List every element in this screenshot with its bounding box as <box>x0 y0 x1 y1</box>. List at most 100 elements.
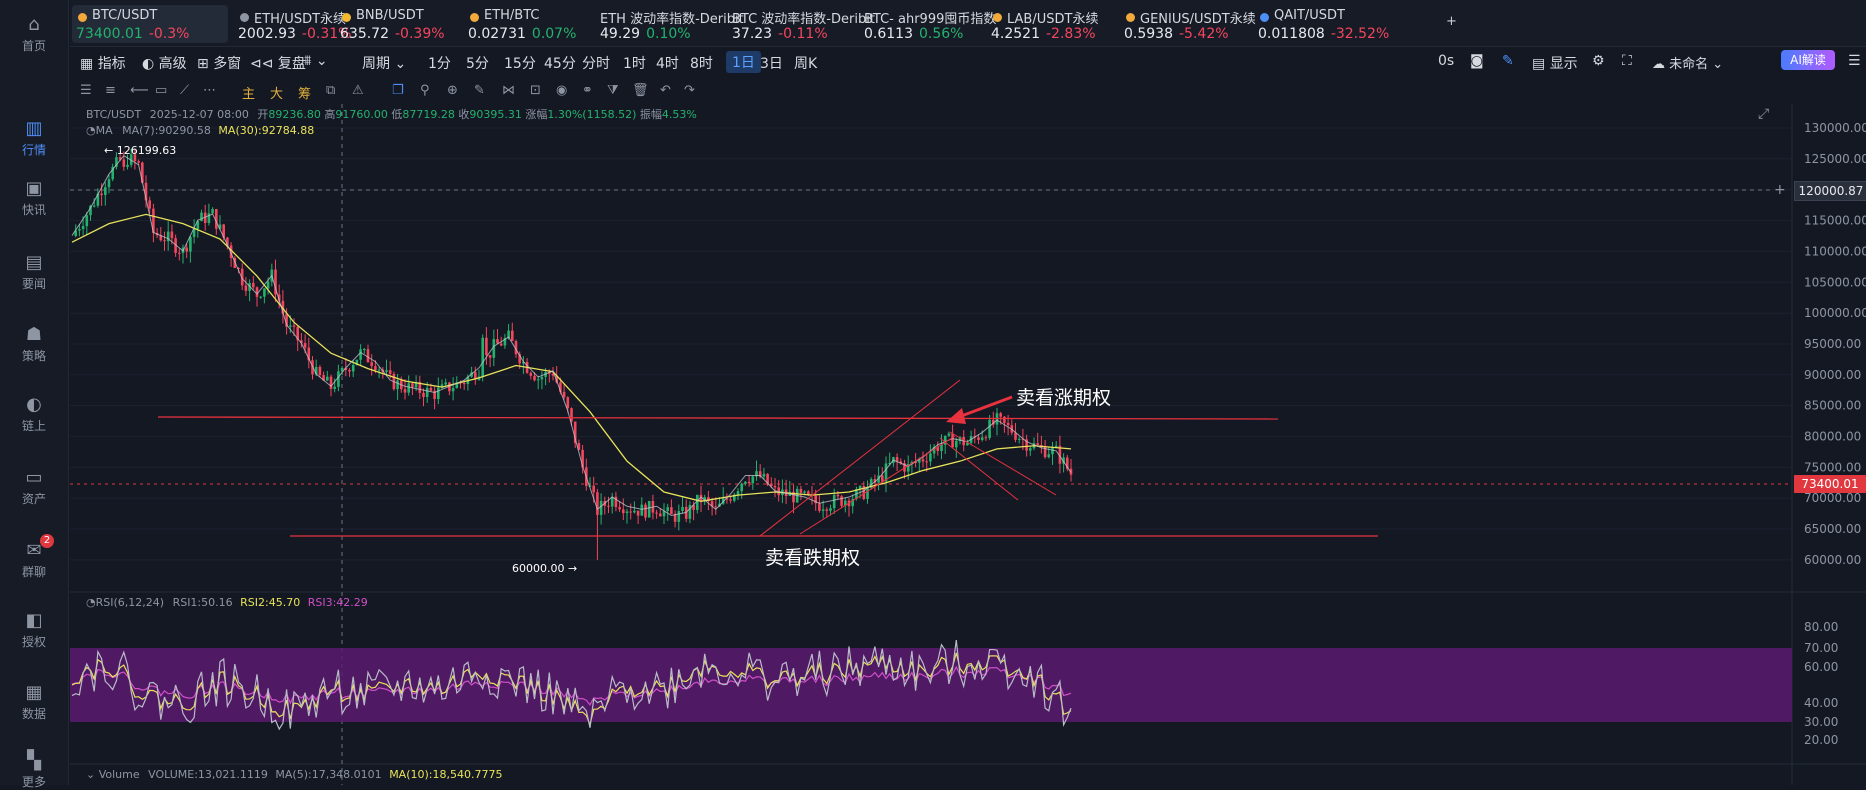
rsi1-value: RSI1:50.16 <box>172 596 233 609</box>
candle-body <box>925 461 928 463</box>
bell-icon[interactable]: ◔ <box>86 124 96 137</box>
expand-icon[interactable]: ⤢ <box>1758 106 1769 122</box>
rsi-axis-label: 20.00 <box>1804 733 1838 747</box>
candle-body <box>78 228 81 231</box>
candle-body <box>396 380 399 390</box>
legend-high: 91760.00 <box>335 108 388 121</box>
legend-low: 87719.28 <box>402 108 455 121</box>
rsi-label: RSI(6,12,24) <box>95 596 165 609</box>
candle-body <box>1047 454 1051 458</box>
candle-body <box>1029 448 1032 451</box>
candle-body <box>821 509 825 511</box>
bell-icon[interactable]: ◔ <box>86 596 96 609</box>
candle-body <box>318 366 322 376</box>
candle-body <box>81 226 85 229</box>
candle-body <box>607 505 610 507</box>
candle-body <box>999 413 1002 417</box>
chevron-down-icon[interactable]: ⌄ <box>86 768 95 781</box>
candle-body <box>366 349 370 363</box>
last-price-tag: 73400.01 <box>1794 475 1866 493</box>
legend-date: 2025-12-07 08:00 <box>149 108 249 121</box>
candle-body <box>921 459 925 462</box>
ma-legend: ◔MA MA(7):90290.58 MA(30):92784.88 <box>86 124 314 137</box>
candle-body <box>374 366 377 371</box>
legend-high-label: 高 <box>324 108 336 121</box>
candle-body <box>100 193 103 196</box>
rsi-axis-label: 30.00 <box>1804 715 1838 729</box>
candle-body <box>529 372 533 376</box>
candle-body <box>803 491 806 493</box>
rsi-axis-label: 70.00 <box>1804 641 1838 655</box>
candle-body <box>866 487 869 499</box>
candle-body <box>485 337 488 356</box>
candle-body <box>255 287 259 297</box>
candle-body <box>714 506 718 508</box>
legend-open: 89236.80 <box>268 108 321 121</box>
crosshair-price-tag: 120000.87 <box>1794 181 1866 201</box>
rsi2-value: RSI2:45.70 <box>240 596 301 609</box>
candle-body <box>825 509 829 511</box>
price-axis-label: 130000.00 <box>1804 121 1866 135</box>
candle-body <box>1017 438 1021 440</box>
candle-body <box>536 379 540 381</box>
candle-body <box>736 491 740 495</box>
candle-body <box>92 205 96 207</box>
candle-body <box>533 375 536 381</box>
candle-body <box>437 387 440 400</box>
candle-body <box>289 325 292 327</box>
candle-body <box>388 370 392 374</box>
candle-body <box>329 376 333 389</box>
candle-body <box>85 215 89 227</box>
rsi-axis-label: 80.00 <box>1804 620 1838 634</box>
candle-body <box>333 386 336 389</box>
candle-body <box>984 437 988 439</box>
candle-body <box>126 164 129 167</box>
candle-body <box>647 500 651 518</box>
candle-body <box>836 494 840 497</box>
candle-body <box>881 475 884 482</box>
candle-body <box>681 506 684 512</box>
rsi-band <box>70 648 1792 722</box>
price-axis-label: 105000.00 <box>1804 275 1866 289</box>
price-axis-label: 110000.00 <box>1804 244 1866 258</box>
candle-body <box>351 364 355 372</box>
candle-body <box>644 504 647 518</box>
candle-body <box>988 419 991 438</box>
candle-body <box>170 231 174 239</box>
candle-body <box>211 209 214 214</box>
candle-body <box>818 503 821 511</box>
candle-body <box>451 388 455 392</box>
candle-body <box>348 369 351 372</box>
high-marker: ← 126199.63 <box>104 144 177 157</box>
ohlc-legend: BTC/USDT 2025-12-07 08:00 开89236.80 高917… <box>86 106 697 122</box>
candle-body <box>429 387 433 391</box>
candle-body <box>729 499 732 501</box>
candle-body <box>511 330 514 342</box>
add-alert-icon[interactable]: + <box>1774 182 1786 198</box>
candle-body <box>337 371 340 387</box>
sell-put-annotation: 卖看跌期权 <box>765 547 861 569</box>
candle-body <box>625 511 629 514</box>
candle-body <box>751 476 755 484</box>
rsi3-value: RSI3:42.29 <box>307 596 368 609</box>
candle-body <box>303 343 307 348</box>
candle-body <box>185 247 188 252</box>
candle-body <box>947 433 951 436</box>
legend-close-label: 收 <box>458 108 470 121</box>
candle-body <box>829 508 832 511</box>
legend-amplitude: 4.53% <box>661 108 697 121</box>
candle-body <box>259 296 262 298</box>
candle-body <box>163 240 166 242</box>
price-axis-label: 115000.00 <box>1804 214 1866 228</box>
candle-body <box>670 507 673 515</box>
volume-ma5-value: MA(5):17,348.0101 <box>275 768 382 781</box>
price-axis-label: 90000.00 <box>1804 368 1861 382</box>
candle-body <box>1036 443 1039 445</box>
legend-change: 1.30%(1158.52) <box>547 108 637 121</box>
price-axis-label: 85000.00 <box>1804 399 1861 413</box>
candle-body <box>640 504 644 516</box>
candle-body <box>377 369 381 371</box>
candle-body <box>655 512 658 514</box>
candle-body <box>762 473 766 477</box>
rsi-legend: ◔RSI(6,12,24) RSI1:50.16 RSI2:45.70 RSI3… <box>86 596 368 609</box>
